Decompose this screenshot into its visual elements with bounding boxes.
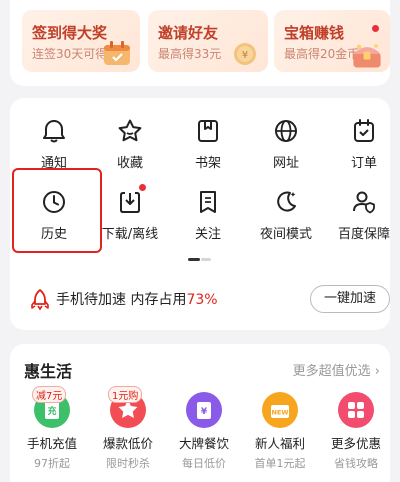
- tool-label: 关注: [194, 227, 221, 242]
- svg-text:充: 充: [47, 405, 56, 417]
- service-name: 大牌餐饮: [178, 436, 229, 451]
- order-icon: [354, 119, 374, 142]
- promo-sign-in[interactable]: 签到得大奖 连签30天可得: [22, 10, 140, 72]
- tool-follow[interactable]: 关注: [170, 189, 246, 251]
- bookmark-icon: [200, 191, 216, 213]
- service-subtitle: 限时秒杀: [106, 457, 150, 470]
- memory-status-text: 手机待加速 内存占用: [56, 292, 187, 308]
- speed-up-button[interactable]: 一键加速: [310, 285, 390, 313]
- service-hot-deals[interactable]: 1元购 爆款低价 限时秒杀: [90, 386, 166, 471]
- tool-label: 下载/离线: [101, 227, 159, 242]
- bell-icon: [43, 120, 65, 143]
- discount-tag: 1元购: [108, 386, 143, 403]
- grid-icon: [338, 392, 374, 428]
- promo-card: 签到得大奖 连签30天可得 邀请好友 最高得33元 ¥ 宝箱赚钱 最高得20金币: [10, 0, 390, 86]
- calendar-gift-icon: [104, 41, 130, 65]
- service-name: 新人福利: [254, 436, 305, 451]
- svg-text:NEW: NEW: [271, 409, 288, 417]
- tool-baidu-protection[interactable]: 百度保障: [326, 189, 400, 251]
- bookshelf-icon: [198, 120, 218, 142]
- service-subtitle: 每日低价: [182, 457, 226, 470]
- tool-label: 书架: [194, 156, 221, 171]
- tool-label: 百度保障: [337, 227, 390, 242]
- discount-tag: 减7元: [32, 386, 67, 403]
- service-name: 更多优惠: [330, 436, 381, 451]
- moon-icon: [277, 191, 296, 212]
- pager-inactive: [201, 258, 211, 261]
- tool-bookshelf[interactable]: 书架: [170, 118, 246, 180]
- promo-subtitle: 最高得20金币: [284, 47, 360, 61]
- download-icon: [120, 192, 140, 213]
- memory-percent: 73%: [186, 292, 218, 308]
- more-deals-link[interactable]: 更多超值优选 ›: [293, 360, 380, 379]
- tool-urls[interactable]: 网址: [248, 118, 324, 180]
- shield-user-icon: [353, 191, 375, 214]
- pager-active: [188, 258, 200, 261]
- coin-icon: ¥: [234, 43, 256, 65]
- tool-label: 夜间模式: [259, 227, 312, 242]
- tool-night-mode[interactable]: 夜间模式: [248, 189, 324, 251]
- memory-status: 手机待加速 内存占用73%: [56, 289, 218, 309]
- globe-icon: [275, 120, 297, 142]
- service-subtitle: 首单1元起: [254, 457, 306, 470]
- tool-download[interactable]: 下载/离线: [92, 184, 168, 251]
- new-gift-icon: NEW: [262, 392, 298, 428]
- service-newcomer[interactable]: NEW 新人福利 首单1元起: [242, 392, 318, 471]
- clock-icon: [43, 191, 65, 213]
- promo-subtitle: 连签30天可得: [32, 47, 108, 61]
- tool-label: 网址: [272, 156, 299, 171]
- promo-subtitle: 最高得33元: [158, 47, 222, 61]
- svg-text:¥: ¥: [242, 50, 248, 61]
- promo-treasure[interactable]: 宝箱赚钱 最高得20金币: [274, 10, 390, 72]
- star-icon: [118, 119, 142, 142]
- service-subtitle: 省钱攻略: [334, 457, 378, 470]
- life-card: 惠生活 更多超值优选 › 充 减7元 手机充值 97折起 1元购 爆款低价 限时…: [10, 344, 390, 482]
- service-dining[interactable]: ¥ 大牌餐饮 每日低价: [166, 392, 242, 471]
- notification-dot: [139, 184, 146, 191]
- promo-title: 宝箱赚钱: [284, 24, 345, 42]
- speed-up-row: 手机待加速 内存占用73% 一键加速: [10, 281, 390, 317]
- rocket-icon: [31, 289, 49, 311]
- treasure-chest-icon: [353, 44, 381, 68]
- tool-label: 收藏: [116, 156, 143, 171]
- service-name: 爆款低价: [102, 436, 153, 451]
- tool-label: 历史: [40, 227, 67, 242]
- service-name: 手机充值: [26, 436, 77, 451]
- service-more[interactable]: 更多优惠 省钱攻略: [318, 392, 394, 471]
- section-title: 惠生活: [24, 362, 73, 381]
- tool-favorites[interactable]: 收藏: [92, 118, 168, 180]
- tool-history[interactable]: 历史: [16, 189, 92, 251]
- notification-dot: [372, 25, 379, 32]
- svg-text:¥: ¥: [201, 407, 208, 417]
- promo-invite[interactable]: 邀请好友 最高得33元 ¥: [148, 10, 268, 72]
- promo-title: 签到得大奖: [32, 24, 108, 42]
- service-recharge[interactable]: 充 减7元 手机充值 97折起: [14, 386, 90, 471]
- promo-title: 邀请好友: [158, 24, 219, 42]
- tool-orders[interactable]: 订单: [326, 118, 400, 180]
- tools-card: 通知 收藏 书架 网址 订单 历史 下载/离线 关注 夜间模式 百度保障 手机待…: [10, 98, 390, 330]
- tool-label: 订单: [350, 156, 377, 171]
- coupon-icon: ¥: [186, 392, 222, 428]
- service-subtitle: 97折起: [34, 457, 70, 470]
